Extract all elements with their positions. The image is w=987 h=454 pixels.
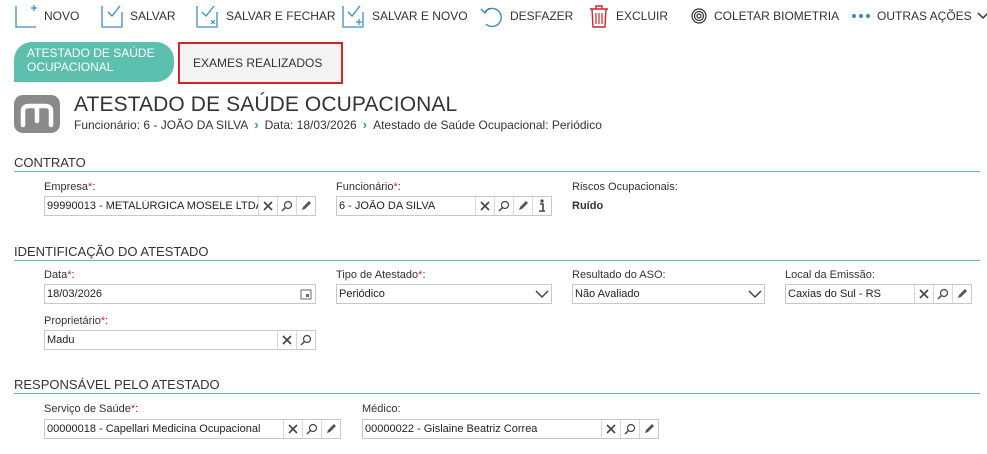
proprietario-value: Madu <box>47 334 75 346</box>
coletar-biometria-button[interactable]: COLETAR BIOMETRIA <box>690 2 839 30</box>
resultado-value: Não Avaliado <box>575 288 640 300</box>
save-icon <box>101 5 123 28</box>
coletar-biometria-label: COLETAR BIOMETRIA <box>714 9 840 23</box>
outras-acoes-button[interactable]: OUTRAS AÇÕES <box>851 2 987 30</box>
toolbar: NOVO SALVAR SALVAR E FECHAR SALVAR E NOV… <box>0 0 987 32</box>
edit-icon[interactable] <box>639 420 658 438</box>
search-icon[interactable] <box>494 197 513 215</box>
tab-atestado-label: ATESTADO DE SAÚDE OCUPACIONAL <box>27 46 155 74</box>
edit-icon[interactable] <box>952 285 971 303</box>
tab-atestado[interactable]: ATESTADO DE SAÚDE OCUPACIONAL <box>14 42 174 82</box>
clear-icon[interactable] <box>283 420 302 438</box>
local-emissao-value: Caxias do Sul - RS <box>788 288 881 300</box>
data-label: Data*: <box>44 269 75 281</box>
breadcrumb-data[interactable]: Data: 18/03/2026 <box>265 118 357 132</box>
servico-saude-label: Serviço de Saúde*: <box>44 403 139 415</box>
resultado-label: Resultado do ASO: <box>572 269 666 281</box>
data-value: 18/03/2026 <box>47 288 103 300</box>
local-emissao-label: Local da Emissão: <box>785 269 875 281</box>
save-new-icon <box>342 5 364 28</box>
section-identificacao-title: IDENTIFICAÇÃO DO ATESTADO <box>14 244 209 259</box>
section-divider <box>14 260 980 261</box>
servico-saude-field[interactable]: 00000018 - Capellari Medicina Ocupaciona… <box>44 419 341 439</box>
save-close-icon <box>196 5 218 28</box>
proprietario-field[interactable]: Madu <box>44 330 316 350</box>
desfazer-button[interactable]: DESFAZER <box>480 2 573 30</box>
section-responsavel-title: RESPONSÁVEL PELO ATESTADO <box>14 377 220 392</box>
empresa-label: Empresa*: <box>44 181 96 193</box>
edit-icon[interactable] <box>321 420 340 438</box>
tipo-select[interactable]: Periódico <box>336 284 552 304</box>
servico-saude-value: 00000018 - Capellari Medicina Ocupaciona… <box>47 423 261 435</box>
search-icon[interactable] <box>933 285 952 303</box>
funcionario-value: 6 - JOÃO DA SILVA <box>339 200 436 212</box>
salvar-novo-button[interactable]: SALVAR E NOVO <box>342 2 468 30</box>
info-icon[interactable] <box>532 197 551 215</box>
trash-icon <box>590 5 608 28</box>
medico-label: Médico: <box>362 403 401 415</box>
empresa-value: 99990013 - METALÚRGICA MOSELE LTDA <box>47 200 258 212</box>
medico-value: 00000022 - Gislaine Beatriz Correa <box>365 423 538 435</box>
search-icon[interactable] <box>296 331 315 349</box>
novo-button[interactable]: NOVO <box>14 2 79 30</box>
clear-icon[interactable] <box>475 197 494 215</box>
search-icon[interactable] <box>302 420 321 438</box>
salvar-fechar-label: SALVAR E FECHAR <box>226 9 336 23</box>
riscos-value: Ruído <box>572 200 604 212</box>
resultado-select[interactable]: Não Avaliado <box>572 284 765 304</box>
excluir-label: EXCLUIR <box>616 9 669 23</box>
section-contrato-title: CONTRATO <box>14 155 86 170</box>
calendar-icon[interactable] <box>297 285 315 303</box>
breadcrumb-atestado: Atestado de Saúde Ocupacional: Periódico <box>373 117 602 132</box>
section-divider <box>14 393 980 394</box>
proprietario-label: Proprietário*: <box>44 315 109 327</box>
fingerprint-icon <box>691 8 707 24</box>
data-field[interactable]: 18/03/2026 <box>44 284 316 304</box>
salvar-button[interactable]: SALVAR <box>100 2 176 30</box>
desfazer-label: DESFAZER <box>510 9 574 23</box>
chevron-down-icon[interactable] <box>533 285 551 303</box>
salvar-label: SALVAR <box>130 9 176 23</box>
new-doc-icon <box>15 5 37 28</box>
undo-icon <box>480 7 502 28</box>
app-logo <box>14 95 60 133</box>
funcionario-label: Funcionário*: <box>336 181 401 193</box>
edit-icon[interactable] <box>513 197 532 215</box>
clear-icon[interactable] <box>601 420 620 438</box>
search-icon[interactable] <box>620 420 639 438</box>
search-icon[interactable] <box>277 197 296 215</box>
novo-label: NOVO <box>44 9 80 23</box>
breadcrumb: Funcionário: 6 - JOÃO DA SILVA › Data: 1… <box>74 117 602 132</box>
excluir-button[interactable]: EXCLUIR <box>588 2 668 30</box>
tipo-value: Periódico <box>339 288 385 300</box>
breadcrumb-funcionario[interactable]: Funcionário: 6 - JOÃO DA SILVA <box>74 118 248 132</box>
outras-acoes-label: OUTRAS AÇÕES <box>877 9 972 23</box>
empresa-field[interactable]: 99990013 - METALÚRGICA MOSELE LTDA <box>44 196 316 216</box>
breadcrumb-chevron-icon: › <box>362 117 368 132</box>
funcionario-field[interactable]: 6 - JOÃO DA SILVA <box>336 196 552 216</box>
page-title: ATESTADO DE SAÚDE OCUPACIONAL <box>74 93 458 116</box>
salvar-novo-label: SALVAR E NOVO <box>372 9 468 23</box>
clear-icon[interactable] <box>258 197 277 215</box>
local-emissao-field[interactable]: Caxias do Sul - RS <box>785 284 972 304</box>
clear-icon[interactable] <box>277 331 296 349</box>
more-icon <box>852 14 870 18</box>
breadcrumb-chevron-icon: › <box>254 117 259 132</box>
chevron-down-icon[interactable] <box>746 285 764 303</box>
tab-exames-label: EXAMES REALIZADOS <box>193 56 323 70</box>
clear-icon[interactable] <box>914 285 933 303</box>
section-divider <box>14 171 980 172</box>
tipo-label: Tipo de Atestado*: <box>336 269 426 281</box>
riscos-label: Riscos Ocupacionais: <box>572 181 678 193</box>
chevron-down-icon <box>977 12 987 20</box>
medico-field[interactable]: 00000022 - Gislaine Beatriz Correa <box>362 419 659 439</box>
edit-icon[interactable] <box>296 197 315 215</box>
salvar-fechar-button[interactable]: SALVAR E FECHAR <box>196 2 336 30</box>
tab-exames-realizados[interactable]: EXAMES REALIZADOS <box>178 42 343 84</box>
